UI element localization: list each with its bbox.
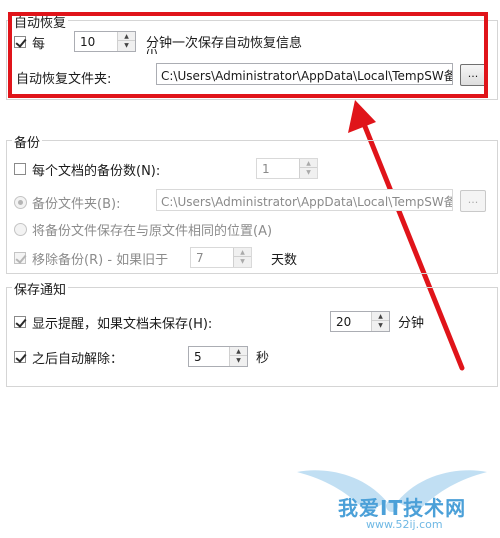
notification-remind-value: 20 <box>336 315 352 329</box>
backup-count-checkbox[interactable] <box>14 163 26 175</box>
spin-down-icon[interactable]: ▼ <box>372 321 389 330</box>
backup-folder-radio[interactable] <box>14 196 27 209</box>
notification-dismiss-value: 5 <box>194 350 202 364</box>
backup-count-text: 每个文档的备份数 <box>32 164 137 179</box>
backup-browse-button[interactable]: ... <box>460 190 486 212</box>
backup-remove-value: 7 <box>196 251 204 265</box>
backup-remove-hotkey: (R) <box>84 253 104 268</box>
backup-count-value: 1 <box>262 162 270 176</box>
backup-title: 备份 <box>12 132 43 151</box>
backup-folder-option-text: 备份文件夹 <box>32 197 98 212</box>
backup-same-location-hotkey: (A) <box>253 224 273 239</box>
spin-up-icon[interactable]: ▲ <box>230 347 247 356</box>
notification-remind-spinner[interactable]: 20 ▲ ▼ <box>330 311 390 332</box>
spinner-arrows: ▲ ▼ <box>229 347 247 366</box>
backup-same-location-label: 将备份文件保存在与原文件相同的位置(A) <box>32 220 272 239</box>
notification-remind-label: 显示提醒，如果文档未保存(H): <box>32 313 212 332</box>
notification-dismiss-checkbox[interactable] <box>14 351 26 363</box>
arrow-head-icon <box>348 100 376 133</box>
backup-remove-spinner[interactable]: 7 ▲ ▼ <box>190 247 252 268</box>
backup-folder-option-label: 备份文件夹(B): <box>32 193 120 212</box>
spin-up-icon[interactable]: ▲ <box>234 248 251 257</box>
notification-remind-unit: 分钟 <box>398 316 425 331</box>
watermark-text: 我爱IT技术网 <box>338 496 467 520</box>
spin-up-icon[interactable]: ▲ <box>300 159 317 168</box>
notification-dismiss-label: 之后自动解除： <box>32 352 124 367</box>
spinner-arrows: ▲ ▼ <box>299 159 317 178</box>
spinner-arrows: ▲ ▼ <box>233 248 251 267</box>
spin-down-icon[interactable]: ▼ <box>300 168 317 177</box>
backup-folder-option-hotkey: (B): <box>97 197 121 212</box>
backup-remove-suffix: - 如果旧于 <box>107 253 169 268</box>
notification-dismiss-spinner[interactable]: 5 ▲ ▼ <box>188 346 248 367</box>
notification-title: 保存通知 <box>12 279 69 298</box>
backup-same-location-radio[interactable] <box>14 223 27 236</box>
spinner-arrows: ▲ ▼ <box>371 312 389 331</box>
watermark-url: www.52ij.com <box>366 518 443 531</box>
backup-count-spinner[interactable]: 1 ▲ ▼ <box>256 158 318 179</box>
backup-count-label: 每个文档的备份数(N): <box>32 160 160 179</box>
backup-remove-text: 移除备份 <box>32 253 85 268</box>
notification-group <box>6 287 498 387</box>
backup-remove-unit: 天数 <box>271 253 298 268</box>
spin-down-icon[interactable]: ▼ <box>230 356 247 365</box>
backup-remove-checkbox[interactable] <box>14 252 26 264</box>
backup-count-hotkey: (N): <box>136 164 161 179</box>
spin-down-icon[interactable]: ▼ <box>234 257 251 266</box>
backup-folder-field[interactable]: C:\Users\Administrator\AppData\Local\Tem… <box>156 189 453 211</box>
notification-remind-checkbox[interactable] <box>14 316 26 328</box>
notification-remind-hotkey: (H): <box>188 317 213 332</box>
backup-same-location-text: 将备份文件保存在与原文件相同的位置 <box>32 224 254 239</box>
backup-folder-path: C:\Users\Administrator\AppData\Local\Tem… <box>161 195 453 209</box>
notification-remind-text: 显示提醒，如果文档未保存 <box>32 317 189 332</box>
backup-remove-label: 移除备份(R) - 如果旧于 <box>32 249 168 268</box>
spin-up-icon[interactable]: ▲ <box>372 312 389 321</box>
notification-dismiss-unit: 秒 <box>256 351 270 366</box>
